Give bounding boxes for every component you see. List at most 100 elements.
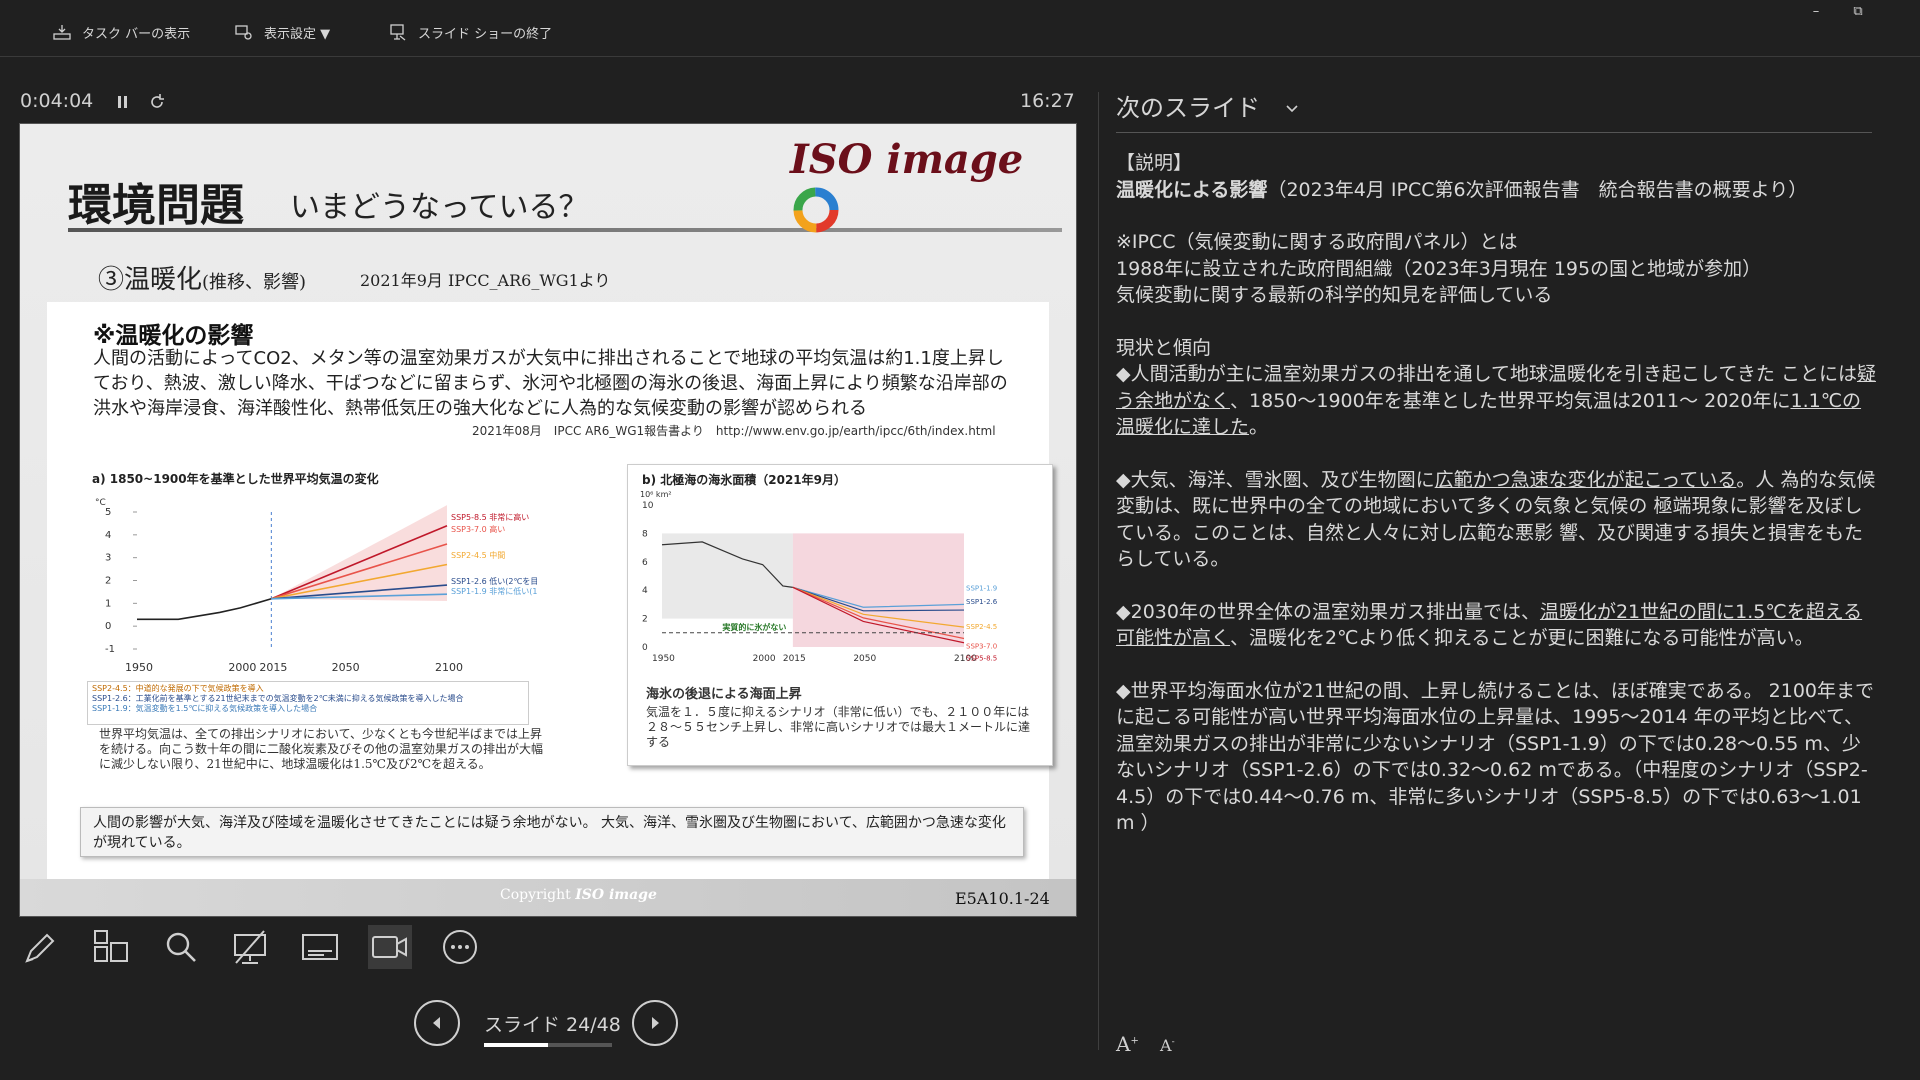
scenario-series-label: SSP1-1.9 非常に低い(1.5℃を目指す) (451, 586, 537, 596)
scenario-series-label: SSP1-2.6 (966, 598, 998, 606)
content-panel: ※温暖化の影響 人間の活動によってCO2、メタン等の温室効果ガスが大気中に排出さ… (47, 302, 1053, 882)
notes-subhead: 現状と傾向 (1116, 336, 1212, 359)
y-tick-label: 8 (642, 529, 648, 539)
restore-button[interactable]: ⧉ (1838, 4, 1878, 26)
panel-divider (1098, 92, 1099, 1050)
minimize-button[interactable]: – (1796, 4, 1836, 26)
historical-series-line (137, 597, 272, 621)
speaker-notes[interactable]: 【説明】 温暖化による影響（2023年4月 IPCC第6次評価報告書 統合報告書… (1116, 150, 1876, 863)
scenario-series-label: SSP2-4.5 中間 (451, 550, 505, 560)
y-axis-unit: 10⁶ km² (640, 490, 672, 499)
y-tick-label: 5 (105, 507, 111, 518)
taskbar-icon (53, 25, 71, 40)
y-tick-label: 2 (642, 615, 648, 625)
subtitles-button[interactable] (298, 925, 342, 969)
end-slideshow-icon (390, 24, 406, 41)
legend-line: SSP2-4.5：中道的な発展の下で気候政策を導入 (92, 684, 264, 693)
pen-tool-button[interactable] (19, 925, 63, 969)
x-tick-label: 2000 (228, 661, 256, 674)
screen-slash-icon (234, 930, 266, 964)
notes-text: ◆2030年の世界全体の温室効果ガス排出量では、 (1116, 600, 1540, 623)
video-camera-icon (372, 936, 407, 958)
notes-paragraph: ◆大気、海洋、雪氷圏、及び生物圏に広範かつ急速な変化が起こっている。人 為的な気… (1116, 467, 1876, 573)
black-screen-button[interactable] (228, 925, 272, 969)
x-tick-label: 2015 (259, 661, 287, 674)
scenario-series-label: SSP1-2.6 低い(2℃を目指す) (451, 576, 537, 586)
end-slideshow-button[interactable]: スライド ショーの終了 (388, 18, 552, 46)
notes-text: 、温暖化を2℃より低く抑えることが更に困難になる可能性が高い。 (1230, 627, 1814, 649)
temperature-chart: °C-10123451950 2000 2015 2050 2100SSP5-8.5 非… (95, 498, 537, 674)
notes-text: ◆大気、海洋、雪氷圏、及び生物圏に (1116, 468, 1435, 491)
current-slide[interactable]: 環境問題 いまどうなっている？ ISO image ③温暖化(推移、影響) 20… (19, 123, 1077, 917)
display-settings-button[interactable]: 表示設定 ▼ (234, 18, 330, 46)
slide-counter[interactable]: スライド 24/48 (484, 1010, 621, 1037)
pause-timer-button[interactable] (115, 92, 131, 116)
sea-ice-chart-box: b) 北極海の海氷面積（2021年9月） 10⁶ km² 0 2 4 6 8 10 1950 2… (627, 464, 1053, 766)
notes-paragraph: 【説明】 温暖化による影響（2023年4月 IPCC第6次評価報告書 統合報告書… (1116, 150, 1876, 203)
legend-line: SSP1-1.9：気温変動を1.5℃に抑える気候政策を導入した場合 (92, 704, 318, 713)
current-time: 16:27 (1020, 90, 1075, 112)
restart-icon (151, 94, 164, 108)
right-chart-heading: 海氷の後退による海面上昇 (646, 687, 802, 702)
notes-rule (1116, 132, 1872, 133)
scenario-series-label: SSP2-4.5 (966, 623, 997, 631)
elapsed-timer: 0:04:04 (20, 90, 94, 112)
more-icon (443, 930, 477, 964)
show-taskbar-button[interactable]: タスク バーの表示 (52, 18, 190, 46)
notes-underline: 広範かつ急速な変化が起こっている (1434, 468, 1737, 491)
notes-paragraph: ◆世界平均海面水位が21世紀の間、上昇し続けることは、ほぼ確実である。 2100… (1116, 679, 1874, 835)
ice-free-annotation: 実質的に氷がない (722, 622, 786, 632)
x-tick-label: 2100 (435, 661, 463, 674)
panel-heading: ※温暖化の影響 (93, 323, 254, 349)
slide-progress-bar (484, 1043, 612, 1047)
decrease-font-button[interactable]: A- (1160, 1036, 1175, 1055)
see-all-slides-button[interactable] (89, 925, 133, 969)
y-tick-label: 2 (105, 576, 111, 587)
slides-grid-icon (94, 930, 128, 962)
logo-ring-icon (793, 187, 839, 233)
notes-paragraph: 現状と傾向 ◆人間活動が主に温室効果ガスの排出を通して地球温暖化を引き起こしてき… (1116, 335, 1876, 441)
scenario-series-label: SSP3-7.0 (966, 642, 997, 650)
scenario-series-label: SSP5-8.5 非常に高い (451, 512, 529, 522)
next-slide-label: 次のスライド (1116, 94, 1260, 122)
notes-paragraph: ※IPCC（気候変動に関する政府間パネル）とは 1988年に設立された政府間組織… (1116, 231, 1762, 306)
chevron-down-icon (1286, 105, 1298, 113)
scenario-legend: SSP2-4.5：中道的な発展の下で気候政策を導入 SSP1-2.6：工業化前を… (87, 681, 529, 725)
zoom-button[interactable] (159, 925, 203, 969)
right-chart-note: 気温を１．５度に抑えるシナリオ（非常に低い）でも、２１００年には２８～５５センチ… (646, 705, 1031, 749)
scenario-series-label: SSP3-7.0 高い (451, 524, 505, 534)
next-arrow-icon (652, 1017, 659, 1029)
previous-slide-button[interactable] (414, 1000, 460, 1046)
pause-icon (118, 96, 127, 108)
y-tick-label: -1 (105, 644, 115, 655)
show-taskbar-label: タスク バーの表示 (82, 26, 191, 42)
camera-toggle-button[interactable] (368, 925, 412, 969)
copyright-text: Copyright (500, 887, 571, 903)
legend-line: SSP1-2.6：工業化前を基準とする21世紀末までの気温変動を2℃未満に抑える… (92, 694, 464, 703)
notes-paragraph: ◆2030年の世界全体の温室効果ガス排出量では、温暖化が21世紀の間に1.5℃を… (1116, 599, 1876, 652)
panel-source: 2021年08月 IPCC AR6_WG1報告書より http://www.en… (472, 424, 996, 438)
panel-text: 人間の活動によってCO2、メタン等の温室効果ガスが大気中に排出されることで地球の… (93, 348, 1008, 419)
scenario-series-label: SSP5-8.5 (966, 655, 997, 663)
restart-timer-button[interactable] (147, 92, 167, 116)
increase-font-button[interactable]: A+ (1116, 1032, 1139, 1056)
scenario-series-label: SSP1-1.9 (966, 584, 997, 592)
section-title: ③温暖化 (98, 265, 203, 295)
next-slide-header[interactable]: 次のスライド (1116, 88, 1302, 123)
section-subtitle: (推移、影響) (202, 272, 307, 293)
notes-text: ◆人間活動が主に温室効果ガスの排出を通して地球温暖化を引き起こしてきた ことには (1116, 363, 1857, 385)
projection-range (792, 533, 964, 647)
sea-ice-chart: 10⁶ km²02468101950 2000 2015 2050 2100SSP1-1… (640, 490, 998, 664)
more-options-button[interactable] (438, 925, 482, 969)
iso-image-logo: ISO image (790, 136, 1076, 236)
magnifier-icon (166, 932, 196, 962)
slide-code: E5A10.1-24 (955, 889, 1050, 908)
next-slide-button[interactable] (632, 1000, 678, 1046)
x-tick-label: 2000 (753, 654, 776, 664)
copyright: Copyright ISO image (500, 887, 657, 903)
y-tick-label: 1 (105, 598, 111, 609)
notes-text: 、1850～1900年を基準とした世界平均気温は2011～ 2020年に (1230, 389, 1791, 412)
y-tick-label: 6 (642, 558, 648, 568)
presenter-toolbar: タスク バーの表示 表示設定 ▼ スライド ショーの終了 – ⧉ (0, 0, 1920, 57)
end-slideshow-label: スライド ショーの終了 (418, 26, 553, 42)
